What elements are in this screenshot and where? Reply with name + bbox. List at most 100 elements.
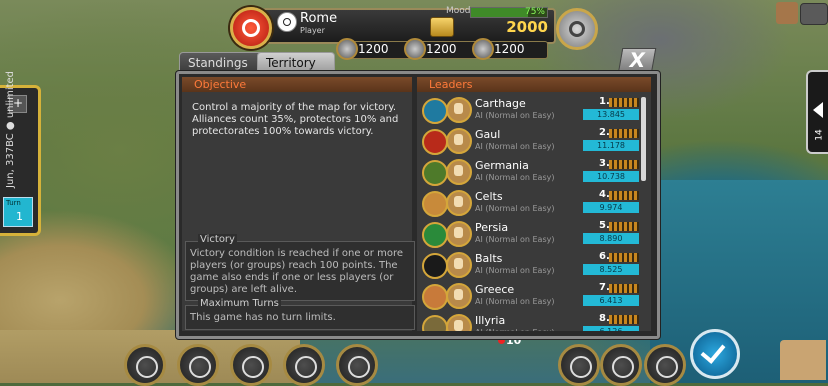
leader-row[interactable]: Persia AI (Normal on Easy) 5. 8.890 bbox=[419, 219, 645, 248]
leader-portrait-icon bbox=[446, 97, 472, 123]
civ-emblem-icon bbox=[422, 98, 448, 124]
military-button[interactable] bbox=[230, 344, 272, 386]
leaders-scrollbar[interactable] bbox=[641, 97, 646, 181]
gold-amount: 2000 bbox=[506, 18, 548, 36]
info-icon bbox=[348, 356, 370, 378]
leader-portrait-icon bbox=[446, 283, 472, 309]
objective-text: Control a majority of the map for victor… bbox=[192, 102, 399, 137]
leader-row[interactable]: Greece AI (Normal on Easy) 7. 6.413 bbox=[419, 281, 645, 310]
ai-difficulty: AI (Normal on Easy) bbox=[475, 297, 555, 306]
resource-value-1: 1200 bbox=[358, 42, 389, 56]
rank-bars bbox=[609, 160, 639, 169]
leader-portrait-icon bbox=[446, 190, 472, 216]
leaders-pane: Leaders Carthage AI (Normal on Easy) 1. 13.… bbox=[417, 77, 651, 331]
victory-group: Victory Victory condition is reached if … bbox=[185, 234, 415, 301]
leader-row[interactable]: Carthage AI (Normal on Easy) 1. 13.845 bbox=[419, 95, 645, 124]
diplomacy-button[interactable] bbox=[177, 344, 219, 386]
capital-button[interactable] bbox=[230, 7, 272, 49]
leader-portrait-icon bbox=[446, 159, 472, 185]
info-button[interactable] bbox=[336, 344, 378, 386]
civ-emblem-icon bbox=[422, 222, 448, 248]
leader-portrait-icon bbox=[446, 221, 472, 247]
leader-row[interactable]: IllyriaAI (Normal on Easy)8.6.126 bbox=[419, 312, 645, 331]
ai-difficulty: AI (Normal on Easy) bbox=[475, 111, 555, 120]
civ-emblem-icon bbox=[422, 284, 448, 310]
helmet-icon bbox=[472, 38, 494, 60]
score-value: 6.126 bbox=[583, 326, 639, 331]
hammer-icon bbox=[336, 38, 358, 60]
max-turns-text: This game has no turn limits. bbox=[190, 312, 336, 323]
ai-difficulty: AI (Normal on Easy) bbox=[475, 204, 555, 213]
turn-number: 1 bbox=[16, 210, 23, 223]
victory-title: Victory bbox=[198, 234, 237, 245]
objective-title: Objective bbox=[182, 77, 412, 92]
leader-portrait-icon bbox=[446, 252, 472, 278]
rewind-button[interactable] bbox=[644, 344, 686, 386]
score-value: 13.845 bbox=[583, 109, 639, 120]
nation-name: Germania bbox=[475, 159, 529, 172]
mood-fill bbox=[471, 8, 528, 17]
resource-value-3: 1200 bbox=[494, 42, 525, 56]
turn-label: Turn bbox=[6, 199, 21, 207]
civ-emblem-icon bbox=[422, 253, 448, 279]
crown-button[interactable] bbox=[124, 344, 166, 386]
crown-icon bbox=[136, 356, 158, 378]
leader-portrait-icon bbox=[446, 128, 472, 154]
tab-territory[interactable]: Territory bbox=[257, 52, 335, 73]
date-label: Jun, 337BC ● unlimited bbox=[5, 70, 16, 188]
objective-pane: Objective Control a majority of the map … bbox=[182, 77, 415, 331]
leader-row[interactable]: Gaul AI (Normal on Easy) 2. 11.178 bbox=[419, 126, 645, 155]
score-value: 8.525 bbox=[583, 264, 639, 275]
settings-gear-button[interactable] bbox=[556, 8, 598, 50]
nation-name: Greece bbox=[475, 283, 515, 296]
leaders-title: Leaders bbox=[417, 77, 651, 92]
civ-emblem-icon bbox=[422, 160, 448, 186]
alert-icon bbox=[570, 356, 592, 378]
ai-difficulty: AI (Normal on Easy) bbox=[475, 173, 555, 182]
gold-icon bbox=[430, 17, 454, 37]
previous-button[interactable] bbox=[600, 344, 642, 386]
civ-emblem-icon bbox=[422, 129, 448, 155]
score-value: 9.974 bbox=[583, 202, 639, 213]
rank-bars bbox=[609, 315, 639, 324]
standings-dialog: Objective Control a majority of the map … bbox=[176, 71, 660, 339]
score-value: 10.738 bbox=[583, 171, 639, 182]
fist-icon bbox=[242, 356, 264, 378]
ai-difficulty: AI (Normal on Easy) bbox=[475, 328, 554, 331]
leader-row[interactable]: Celts AI (Normal on Easy) 4. 9.974 bbox=[419, 188, 645, 217]
side-panel-toggle[interactable] bbox=[806, 70, 828, 154]
leader-row[interactable]: Balts AI (Normal on Easy) 6. 8.525 bbox=[419, 250, 645, 279]
nation-name: Carthage bbox=[475, 97, 526, 110]
ai-difficulty: AI (Normal on Easy) bbox=[475, 142, 555, 151]
max-turns-title: Maximum Turns bbox=[198, 298, 281, 309]
score-value: 8.890 bbox=[583, 233, 639, 244]
score-value: 6.413 bbox=[583, 295, 639, 306]
nation-name: Balts bbox=[475, 252, 503, 265]
end-turn-button[interactable] bbox=[690, 329, 740, 379]
rank-bars bbox=[609, 284, 639, 293]
leader-portrait-icon bbox=[446, 314, 472, 331]
resource-value-2: 1200 bbox=[426, 42, 457, 56]
target-icon bbox=[277, 12, 297, 32]
nation-name: Illyria bbox=[475, 314, 506, 327]
nation-name: Celts bbox=[475, 190, 503, 203]
rank-bars bbox=[609, 129, 639, 138]
leaders-list[interactable]: Carthage AI (Normal on Easy) 1. 13.845 Gaul A… bbox=[417, 95, 647, 331]
civ-emblem-icon bbox=[422, 315, 448, 331]
advisor-avatar[interactable] bbox=[776, 2, 798, 24]
tab-standings[interactable]: Standings bbox=[179, 52, 265, 73]
alert-button[interactable] bbox=[558, 344, 600, 386]
leader-row[interactable]: Germania AI (Normal on Easy) 3. 10.738 bbox=[419, 157, 645, 186]
nation-name: Persia bbox=[475, 221, 509, 234]
warrior-portrait[interactable] bbox=[780, 340, 826, 380]
rewind-icon bbox=[656, 356, 678, 378]
scroll-icon bbox=[189, 356, 211, 378]
nation-name: Gaul bbox=[475, 128, 501, 141]
rank-bars bbox=[609, 191, 639, 200]
player-name: Rome bbox=[300, 11, 338, 26]
globe-button[interactable] bbox=[283, 344, 325, 386]
max-turns-group: Maximum Turns This game has no turn limi… bbox=[185, 298, 415, 330]
victory-text: Victory condition is reached if one or m… bbox=[190, 248, 403, 295]
camera-icon[interactable] bbox=[800, 3, 828, 25]
anvil-icon bbox=[404, 38, 426, 60]
